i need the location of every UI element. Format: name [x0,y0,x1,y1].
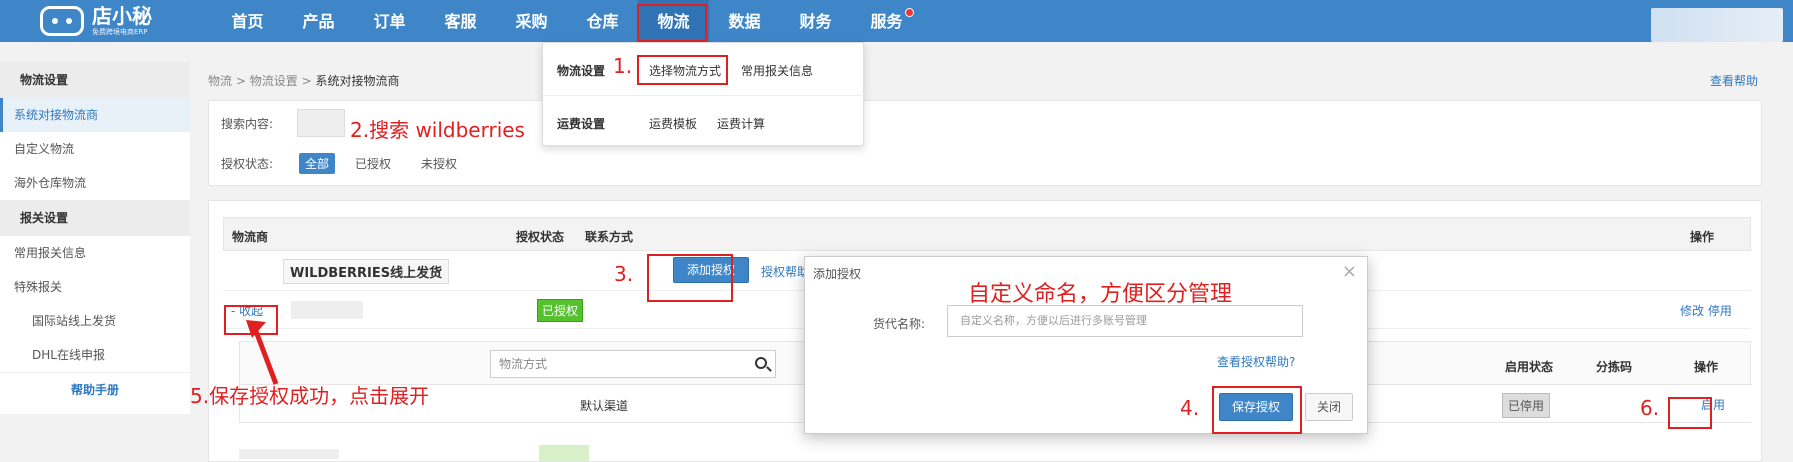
logo-title: 店小秘 [92,4,152,28]
sidebar-section-logistics: 物流设置 [0,62,190,98]
filter-unauthorized[interactable]: 未授权 [421,155,457,172]
sidebar-item-special-customs[interactable]: 特殊报关 [0,270,190,304]
nav-orders[interactable]: 订单 [354,0,425,42]
nav-services[interactable]: 服务 [851,0,922,42]
arrow-up-icon [246,320,279,385]
highlight-select-method [637,55,728,85]
sidebar-subitem-dhl[interactable]: DHL在线申报 [0,338,190,372]
next-row-blurred [239,449,339,459]
sidebar-help-manual[interactable]: 帮助手册 [0,372,190,406]
menu-customs-info[interactable]: 常用报关信息 [741,62,813,79]
highlight-nav-logistics [637,4,707,42]
col-contact: 联系方式 [585,230,634,244]
nav-services-label: 服务 [870,12,903,31]
dropdown-title-freight: 运费设置 [557,117,606,131]
forwarder-name-label: 货代名称: [873,317,926,331]
col-ops: 操作 [1690,230,1715,244]
filter-all[interactable]: 全部 [299,153,336,174]
menu-freight-template[interactable]: 运费模板 [649,115,697,132]
breadcrumb-current: 系统对接物流商 [315,74,400,88]
disabled-badge: 已停用 [1502,393,1551,418]
default-channel: 默认渠道 [580,399,629,413]
next-row-badge [539,445,589,461]
breadcrumb: 物流 > 物流设置 > 系统对接物流商 [208,72,399,89]
forwarder-name-placeholder: 自定义名称，方便以后进行多账号管理 [960,314,1147,327]
annotation-step-3: 3. [614,262,634,286]
highlight-enable [1668,397,1712,429]
carrier-name: WILDBERRIES线上发货 [283,259,450,284]
highlight-save-auth [1212,386,1302,434]
nav-data[interactable]: 数据 [709,0,780,42]
logo[interactable]: 店小秘 免费跨境电商ERP [40,2,152,40]
edit-disable-links[interactable]: 修改 停用 [1680,302,1732,319]
robot-logo-icon [40,6,84,36]
modal-title: 添加授权 [813,267,862,281]
sidebar-section-customs: 报关设置 [0,200,190,236]
search-panel: 搜索内容: 授权状态: 全部 已授权 未授权 [208,100,1762,186]
nav-customer-service[interactable]: 客服 [425,0,496,42]
col-auth-status: 授权状态 [516,230,565,244]
auth-help-link[interactable]: 授权帮助 [761,263,809,280]
nav-finance[interactable]: 财务 [780,0,851,42]
nav-purchasing[interactable]: 采购 [496,0,567,42]
logo-subtitle: 免费跨境电商ERP [92,28,148,36]
annotation-modal-hint: 自定义命名，方便区分管理 [968,282,1233,307]
close-icon[interactable]: × [1342,261,1357,282]
dropdown-row-freight: 运费设置 运费模板 运费计算 [543,95,865,147]
sidebar-item-overseas-warehouse[interactable]: 海外仓库物流 [0,166,190,200]
annotation-step-2: 2.搜索 wildberries [350,118,525,142]
highlight-add-auth [647,254,733,302]
annotation-step-5: 5.保存授权成功，点击展开 [190,384,430,408]
breadcrumb-logistics-settings[interactable]: 物流设置 [250,74,298,88]
annotation-step-6: 6. [1640,396,1660,420]
annotation-step-4: 4. [1180,396,1200,420]
menu-freight-calc[interactable]: 运费计算 [717,115,765,132]
col-sort-code: 分拣码 [1596,360,1633,374]
annotation-step-1: 1. [613,54,633,78]
user-account-box[interactable] [1651,8,1783,42]
sidebar-item-system-carriers[interactable]: 系统对接物流商 [0,98,190,132]
col-carrier: 物流商 [232,230,269,244]
search-label: 搜索内容: [221,117,274,131]
search-icon[interactable] [755,357,767,369]
nav-products[interactable]: 产品 [283,0,354,42]
search-input[interactable] [297,109,345,137]
account-name-blurred [291,301,363,319]
authorized-badge: 已授权 [537,299,584,322]
forwarder-name-input[interactable]: 自定义名称，方便以后进行多账号管理 [947,305,1303,337]
top-nav-bar: 店小秘 免费跨境电商ERP 首页 产品 订单 客服 采购 仓库 物流 数据 财务… [0,0,1793,42]
table-header: 物流商 授权状态 联系方式 操作 [223,217,1751,251]
sidebar-item-custom-logistics[interactable]: 自定义物流 [0,132,190,166]
main-nav: 首页 产品 订单 客服 采购 仓库 物流 数据 财务 服务 [212,0,922,42]
sidebar-item-customs-info[interactable]: 常用报关信息 [0,236,190,270]
col-enable-status: 启用状态 [1505,360,1554,374]
view-help-link[interactable]: 查看帮助 [1710,72,1758,89]
dropdown-title-logistics: 物流设置 [557,64,606,78]
breadcrumb-separator: > [235,74,246,88]
close-button[interactable]: 关闭 [1305,393,1353,421]
notification-dot-icon [905,8,914,17]
sidebar: 物流设置 系统对接物流商 自定义物流 海外仓库物流 报关设置 常用报关信息 特殊… [0,62,190,414]
col-sub-ops: 操作 [1694,360,1719,374]
breadcrumb-separator: > [301,74,312,88]
filter-authorized[interactable]: 已授权 [355,155,391,172]
auth-status-label: 授权状态: [221,157,274,171]
view-auth-help-link[interactable]: 查看授权帮助? [1217,353,1295,370]
breadcrumb-logistics[interactable]: 物流 [208,74,232,88]
sidebar-subitem-intl-shipping[interactable]: 国际站线上发货 [0,304,190,338]
nav-home[interactable]: 首页 [212,0,283,42]
nav-warehouse[interactable]: 仓库 [567,0,638,42]
channel-search-input[interactable]: 物流方式 [490,350,776,378]
channel-search-placeholder: 物流方式 [499,357,548,371]
